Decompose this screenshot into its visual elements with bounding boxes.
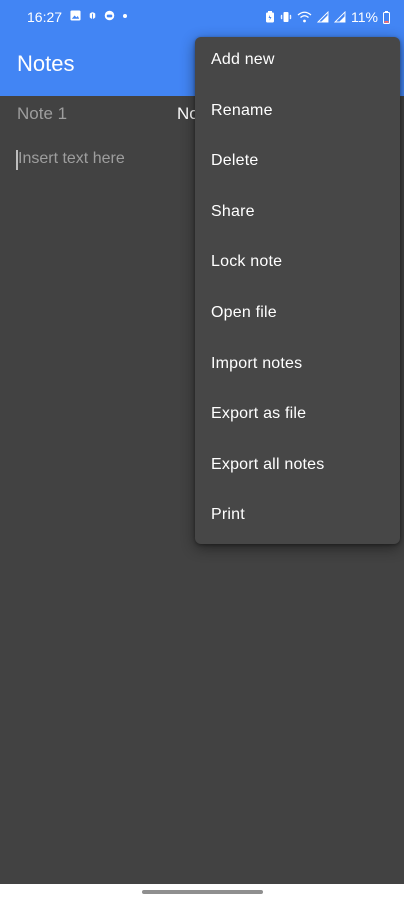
dot-icon	[123, 13, 127, 18]
menu-item-export-all-notes[interactable]: Export all notes	[195, 442, 400, 492]
home-gesture-handle[interactable]	[142, 890, 263, 894]
menu-item-label: Import notes	[211, 355, 303, 372]
menu-item-label: Add new	[211, 51, 275, 68]
menu-item-label: Share	[211, 203, 255, 220]
note-text-placeholder: Insert text here	[18, 150, 125, 167]
menu-item-add-new[interactable]: Add new	[195, 37, 400, 87]
signal-icon	[334, 11, 346, 23]
notification-icons	[70, 10, 129, 21]
tab-note-2[interactable]: No	[177, 104, 195, 124]
menu-item-label: Export as file	[211, 405, 307, 422]
menu-item-lock-note[interactable]: Lock note	[195, 239, 400, 289]
robot-icon	[104, 10, 115, 21]
signal-icon	[317, 11, 329, 23]
status-time: 16:27	[27, 9, 63, 25]
menu-item-open-file[interactable]: Open file	[195, 290, 400, 340]
wifi-icon	[297, 11, 312, 23]
menu-item-label: Export all notes	[211, 456, 325, 473]
menu-item-delete[interactable]: Delete	[195, 138, 400, 188]
battery-icon	[383, 10, 390, 24]
menu-item-label: Open file	[211, 304, 277, 321]
navigation-bar	[0, 884, 404, 900]
menu-item-label: Delete	[211, 152, 259, 169]
menu-item-export-as-file[interactable]: Export as file	[195, 391, 400, 441]
battery-percent: 11%	[351, 9, 378, 25]
menu-item-share[interactable]: Share	[195, 189, 400, 239]
menu-item-label: Lock note	[211, 253, 283, 270]
image-icon	[70, 10, 81, 21]
menu-item-import-notes[interactable]: Import notes	[195, 341, 400, 391]
tab-note-1[interactable]: Note 1	[17, 104, 67, 124]
vibrate-icon	[280, 12, 292, 22]
menu-item-label: Print	[211, 506, 245, 523]
menu-item-label: Rename	[211, 102, 273, 119]
menu-item-rename[interactable]: Rename	[195, 88, 400, 138]
status-right: 11%	[265, 9, 390, 25]
app-title: Notes	[17, 51, 75, 76]
menu-item-print[interactable]: Print	[195, 492, 400, 542]
overflow-menu: Add new Rename Delete Share Lock note Op…	[195, 37, 400, 544]
status-bar: 16:27 11%	[0, 0, 404, 36]
battery-saver-icon	[266, 11, 275, 23]
bug-icon	[89, 12, 96, 20]
